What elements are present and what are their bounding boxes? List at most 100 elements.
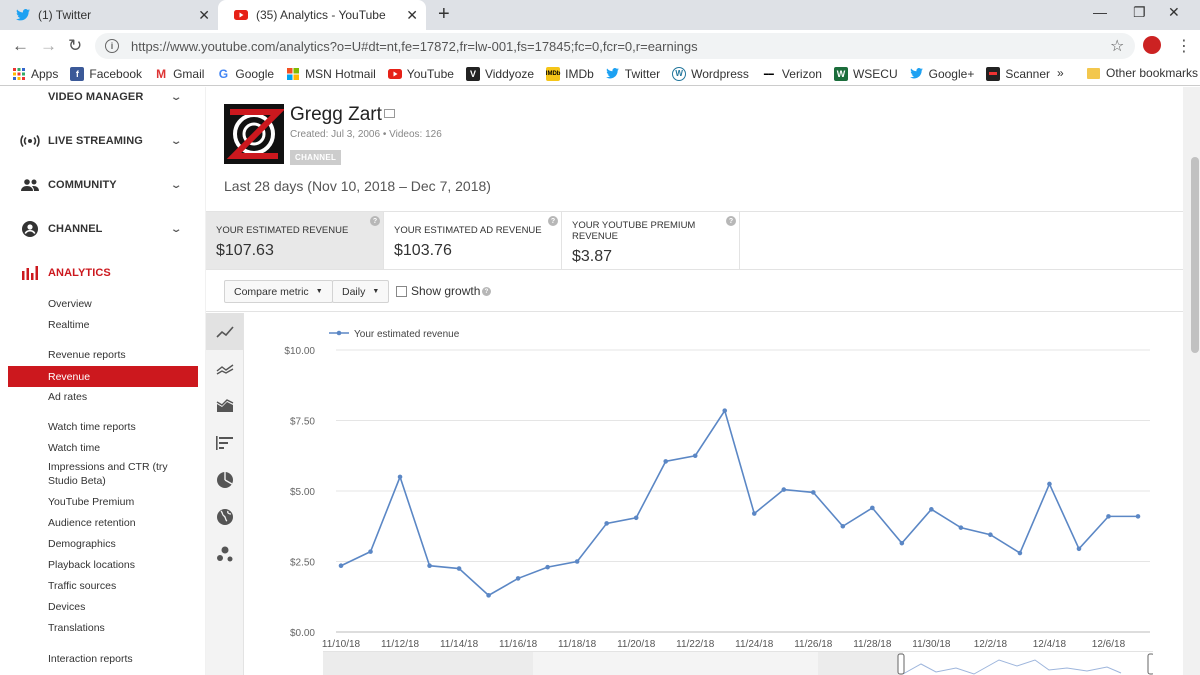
bookmark-wordpress[interactable]: W Wordpress: [672, 66, 749, 81]
bookmark-verizon[interactable]: ▬▬ Verizon: [761, 67, 822, 81]
sidebar-item-revenue[interactable]: Revenue: [8, 366, 198, 387]
sidebar-item-devices[interactable]: Devices: [48, 601, 85, 613]
data-point[interactable]: [1017, 550, 1023, 556]
help-icon[interactable]: ?: [370, 216, 380, 226]
data-point[interactable]: [1135, 514, 1141, 519]
sidebar-item-traffic-sources[interactable]: Traffic sources: [48, 580, 116, 592]
close-tab-icon[interactable]: ✕: [406, 7, 418, 24]
data-point[interactable]: [958, 525, 964, 530]
data-point[interactable]: [397, 474, 403, 480]
compare-metric-dropdown[interactable]: Compare metric ▼: [224, 280, 333, 303]
map-chart-type-button[interactable]: [206, 498, 243, 535]
data-point[interactable]: [899, 540, 905, 546]
sidebar-item-realtime[interactable]: Realtime: [48, 319, 89, 331]
back-arrow-icon[interactable]: ←: [12, 36, 29, 56]
sidebar-section-video-manager[interactable]: VIDEO MANAGER ⌄: [0, 87, 205, 112]
bookmark-wsecu[interactable]: W WSECU: [833, 66, 898, 81]
channel-name[interactable]: Gregg Zart: [290, 104, 382, 126]
data-point[interactable]: [604, 521, 609, 526]
pie-chart-type-button[interactable]: [206, 461, 243, 498]
data-point[interactable]: [1047, 481, 1052, 487]
data-point[interactable]: [456, 566, 462, 571]
channel-avatar[interactable]: [224, 104, 284, 164]
data-point[interactable]: [486, 593, 491, 598]
scrollbar-thumb[interactable]: [1191, 157, 1199, 353]
tab-twitter[interactable]: (1) Twitter ✕: [0, 0, 218, 30]
sidebar-item-audience-retention[interactable]: Audience retention: [48, 517, 136, 529]
data-point[interactable]: [545, 564, 550, 570]
bookmarks-overflow-icon[interactable]: »: [1057, 66, 1064, 80]
data-point[interactable]: [338, 563, 344, 569]
metric-card-premium-revenue[interactable]: YOUR YOUTUBE PREMIUM REVENUE $3.87 ?: [562, 212, 740, 269]
sidebar-item-overview[interactable]: Overview: [48, 298, 92, 310]
bookmark-star-icon[interactable]: ☆: [1110, 36, 1124, 56]
data-point[interactable]: [1076, 546, 1082, 552]
minimize-icon[interactable]: —: [1093, 4, 1107, 20]
data-point[interactable]: [427, 563, 432, 569]
help-icon[interactable]: ?: [548, 216, 558, 226]
sidebar-item-revenue-reports[interactable]: Revenue reports: [48, 349, 126, 361]
revenue-line-chart[interactable]: $10.00 $7.50 $5.00 $2.50 $0.00 11/10/18 11/12/…: [245, 313, 1183, 675]
metric-card-ad-revenue[interactable]: YOUR ESTIMATED AD REVENUE $103.76 ?: [384, 212, 562, 269]
sidebar-item-watch-time-reports[interactable]: Watch time reports: [48, 421, 136, 433]
data-point[interactable]: [663, 459, 669, 464]
bookmark-facebook[interactable]: f Facebook: [70, 66, 142, 81]
sidebar-section-community[interactable]: COMMUNITY ⌄: [0, 170, 205, 200]
chevron-down-icon[interactable]: ⌄: [170, 92, 183, 103]
sidebar-item-ad-rates[interactable]: Ad rates: [48, 391, 87, 403]
chevron-down-icon[interactable]: ⌄: [170, 224, 183, 235]
restore-icon[interactable]: ❐: [1133, 4, 1146, 21]
show-growth-checkbox[interactable]: [396, 286, 407, 297]
tab-analytics[interactable]: (35) Analytics - YouTube ✕: [218, 0, 426, 30]
data-point[interactable]: [633, 515, 639, 521]
sidebar-section-channel[interactable]: CHANNEL ⌄: [0, 214, 205, 244]
address-bar[interactable]: i https://www.youtube.com/analytics?o=U#…: [95, 33, 1135, 59]
bookmark-googleplus[interactable]: Google+: [910, 67, 974, 81]
sidebar-item-interaction-reports[interactable]: Interaction reports: [48, 653, 133, 665]
line-chart-type-button[interactable]: [206, 313, 243, 350]
close-tab-icon[interactable]: ✕: [198, 7, 210, 24]
extension-icon[interactable]: [1143, 36, 1161, 54]
data-point[interactable]: [988, 532, 993, 538]
bookmark-msn[interactable]: MSN Hotmail: [286, 67, 376, 81]
data-point[interactable]: [781, 487, 787, 492]
reload-icon[interactable]: ↻: [68, 36, 82, 56]
info-icon[interactable]: i: [105, 39, 119, 53]
sidebar-item-demographics[interactable]: Demographics: [48, 538, 116, 550]
bookmark-imdb[interactable]: IMDb IMDb: [546, 66, 594, 81]
sidebar-item-watch-time[interactable]: Watch time: [48, 442, 100, 454]
data-point[interactable]: [840, 523, 846, 529]
bookmark-gmail[interactable]: M Gmail: [154, 67, 204, 81]
other-bookmarks[interactable]: Other bookmarks: [1087, 66, 1198, 80]
bookmark-google[interactable]: G Google: [216, 67, 274, 81]
forward-arrow-icon[interactable]: →: [40, 36, 57, 56]
metric-card-estimated-revenue[interactable]: YOUR ESTIMATED REVENUE $107.63 ?: [206, 212, 384, 269]
show-growth-label[interactable]: Show growth: [411, 284, 480, 298]
data-point[interactable]: [515, 576, 521, 581]
multi-line-chart-type-button[interactable]: [206, 350, 243, 387]
new-tab-icon[interactable]: +: [438, 3, 450, 26]
data-point[interactable]: [368, 549, 373, 554]
bookmark-apps[interactable]: Apps: [12, 67, 58, 81]
bookmark-viddyoze[interactable]: V Viddyoze: [465, 66, 534, 81]
browser-menu-icon[interactable]: ⋮: [1176, 36, 1192, 56]
external-link-icon[interactable]: [384, 109, 395, 118]
chevron-down-icon[interactable]: ⌄: [170, 180, 183, 191]
help-icon[interactable]: ?: [726, 216, 736, 226]
sidebar-item-playback-locations[interactable]: Playback locations: [48, 559, 135, 571]
window-close-icon[interactable]: ✕: [1168, 4, 1180, 21]
chevron-down-icon[interactable]: ⌄: [170, 136, 183, 147]
bar-chart-type-button[interactable]: [206, 424, 243, 461]
sidebar-item-youtube-premium[interactable]: YouTube Premium: [48, 496, 134, 508]
data-point[interactable]: [722, 408, 728, 413]
sidebar-section-analytics[interactable]: ANALYTICS: [0, 258, 205, 288]
bubble-chart-type-button[interactable]: [206, 535, 243, 572]
data-point[interactable]: [751, 511, 757, 516]
data-point[interactable]: [929, 507, 934, 512]
sidebar-item-impressions-ctr-line2[interactable]: Studio Beta): [48, 475, 106, 487]
data-point[interactable]: [692, 453, 698, 459]
data-point[interactable]: [574, 559, 580, 564]
bookmark-scanner[interactable]: Scanner: [986, 66, 1050, 81]
bookmark-twitter[interactable]: Twitter: [606, 67, 660, 81]
data-point[interactable]: [870, 505, 875, 511]
